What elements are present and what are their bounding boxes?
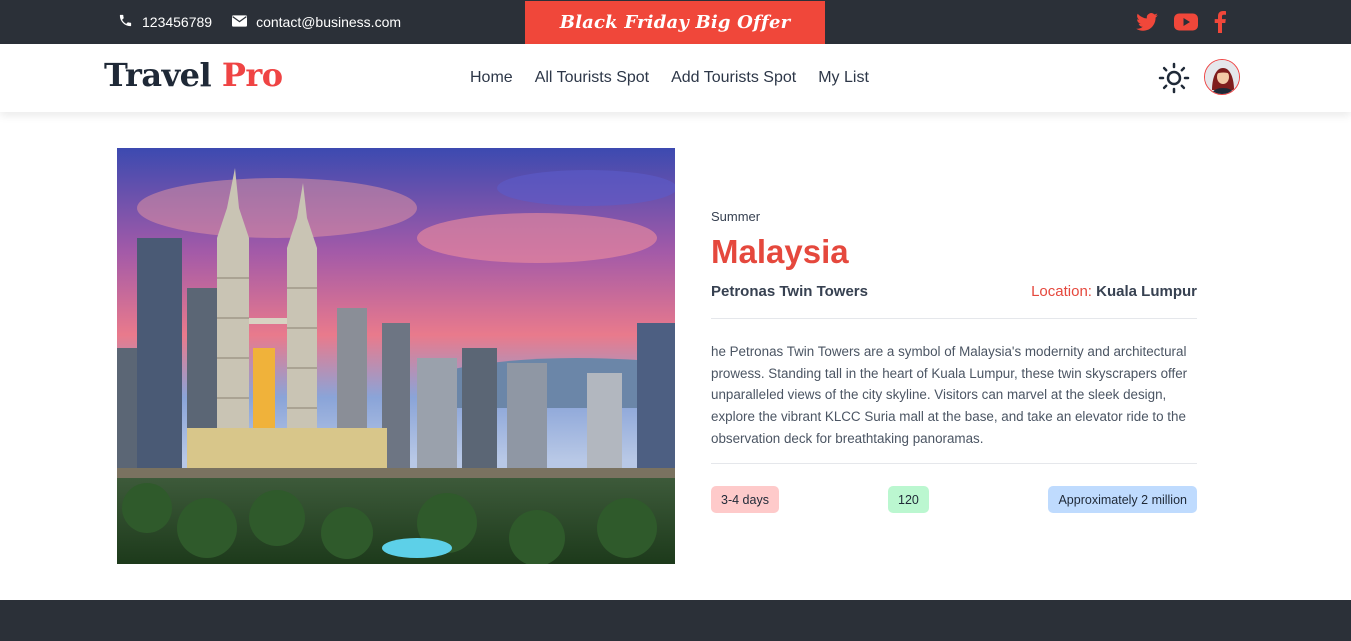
sun-icon[interactable]: [1158, 62, 1190, 99]
logo-text-travel: Travel: [104, 56, 212, 94]
contact-info: 123456789 contact@business.com: [118, 0, 421, 44]
twitter-icon[interactable]: [1136, 13, 1158, 31]
envelope-icon: [232, 14, 256, 30]
social-links: [1136, 0, 1242, 44]
phone-number: 123456789: [142, 14, 213, 30]
travel-time-badge: 3-4 days: [711, 486, 779, 513]
main-navbar: Travel Pro Home All Tourists Spot Add To…: [0, 44, 1351, 112]
email-address: contact@business.com: [256, 14, 402, 30]
country-title: Malaysia: [711, 233, 849, 270]
season-label: Summer: [711, 209, 761, 224]
offer-banner[interactable]: Black Friday Big Offer: [525, 1, 825, 44]
email-contact[interactable]: contact@business.com: [232, 14, 401, 30]
site-logo[interactable]: Travel Pro: [104, 56, 283, 94]
location-value: Kuala Lumpur: [1096, 283, 1197, 300]
nav-link-my-list[interactable]: My List: [818, 69, 869, 87]
location-label: Location:: [1031, 283, 1092, 300]
visitors-badge: Approximately 2 million: [1048, 486, 1197, 513]
nav-link-add-tourists-spot[interactable]: Add Tourists Spot: [671, 69, 796, 87]
logo-text-pro: Pro: [221, 56, 283, 94]
youtube-icon[interactable]: [1174, 13, 1198, 31]
phone-icon: [118, 13, 142, 31]
top-bar: 123456789 contact@business.com Black Fri…: [0, 0, 1351, 44]
footer: [0, 600, 1351, 641]
facebook-icon[interactable]: [1214, 11, 1226, 33]
spot-name: Petronas Twin Towers: [711, 283, 868, 300]
spot-description: he Petronas Twin Towers are a symbol of …: [711, 344, 1188, 446]
divider: [711, 463, 1197, 464]
user-avatar[interactable]: [1204, 59, 1240, 95]
nav-link-all-tourists-spot[interactable]: All Tourists Spot: [535, 69, 649, 87]
average-cost-badge: 120: [888, 486, 929, 513]
divider: [711, 318, 1197, 319]
location-info: Location: Kuala Lumpur: [1031, 283, 1197, 300]
phone-contact[interactable]: 123456789: [118, 13, 212, 31]
nav-link-home[interactable]: Home: [470, 69, 513, 87]
spot-photo: [117, 148, 675, 564]
nav-menu: Home All Tourists Spot Add Tourists Spot…: [470, 44, 891, 112]
